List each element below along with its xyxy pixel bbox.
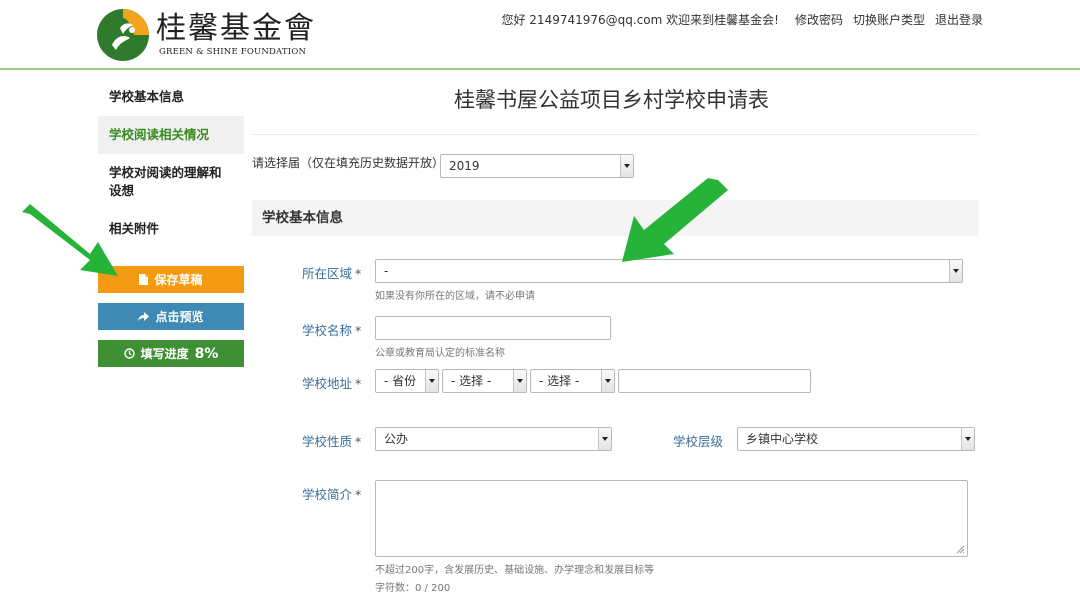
region-label: 所在区域 *: [302, 263, 361, 282]
region-hint: 如果没有你所在的区域，请不必申请: [375, 291, 535, 302]
school-nature-label: 学校性质 *: [302, 431, 361, 450]
progress-label: 填写进度: [140, 347, 189, 361]
region-value: -: [384, 264, 389, 278]
chevron-down-icon: [598, 428, 611, 450]
school-intro-textarea[interactable]: [375, 480, 968, 557]
year-row: 请选择届（仅在填充历史数据开放）: [252, 154, 444, 171]
top-header: 桂馨基金會 GREEN & SHINE FOUNDATION 您好 214974…: [0, 0, 1080, 70]
chevron-down-icon: [949, 260, 962, 282]
required-mark: *: [355, 376, 362, 391]
school-name-label-text: 学校名称: [302, 323, 353, 338]
school-level-select[interactable]: 乡镇中心学校: [737, 427, 975, 451]
district-select[interactable]: - 选择 -: [530, 369, 615, 393]
top-nav: 您好 2149741976@qq.com 欢迎来到桂馨基金会! 修改密码 切换账…: [501, 11, 983, 28]
required-mark: *: [355, 487, 362, 502]
sidebar-item-reading-status[interactable]: 学校阅读相关情况: [98, 116, 244, 154]
school-intro-char-count: 字符数：0 / 200: [375, 583, 451, 594]
chevron-down-icon: [513, 370, 526, 392]
school-nature-select[interactable]: 公办: [375, 427, 612, 451]
school-level-label: 学校层级: [673, 434, 724, 449]
logout-link[interactable]: 退出登录: [935, 11, 983, 28]
school-nature-label-text: 学校性质: [302, 434, 353, 449]
school-nature-value: 公办: [384, 432, 409, 446]
chevron-down-icon: [620, 155, 633, 177]
preview-label: 点击预览: [155, 310, 204, 324]
logo-english-name: GREEN & SHINE FOUNDATION: [159, 47, 307, 57]
required-mark: *: [355, 434, 362, 449]
page-title: 桂馨书屋公益项目乡村学校申请表: [454, 88, 769, 112]
switch-account-type-link[interactable]: 切换账户类型: [853, 11, 925, 28]
address-label: 学校地址 *: [302, 373, 361, 392]
user-greeting: 您好 2149741976@qq.com 欢迎来到桂馨基金会!: [501, 13, 779, 27]
share-arrow-icon: [138, 311, 150, 321]
year-label: 请选择届（仅在填充历史数据开放）: [252, 156, 445, 170]
resize-grip-icon[interactable]: [955, 544, 965, 554]
preview-button[interactable]: 点击预览: [98, 303, 244, 330]
logo-chinese-name: 桂馨基金會: [156, 11, 316, 46]
school-intro-label-text: 学校简介: [302, 487, 353, 502]
school-name-hint: 公章或教育局认定的标准名称: [375, 348, 505, 359]
school-level-value: 乡镇中心学校: [746, 432, 819, 446]
document-icon: [139, 274, 149, 285]
title-divider: [252, 134, 979, 135]
city-select[interactable]: - 选择 -: [442, 369, 527, 393]
chevron-down-icon: [425, 370, 438, 392]
required-mark: *: [355, 323, 362, 338]
address-label-text: 学校地址: [302, 376, 353, 391]
province-value: - 省份: [384, 374, 417, 388]
year-value: 2019: [449, 159, 480, 173]
save-draft-label: 保存草稿: [154, 273, 203, 287]
year-select[interactable]: 2019: [440, 154, 634, 178]
school-name-label: 学校名称 *: [302, 320, 361, 339]
school-name-input[interactable]: [375, 316, 611, 340]
chevron-down-icon: [601, 370, 614, 392]
city-value: - 选择 -: [451, 374, 492, 388]
annotation-arrow-icon: [22, 204, 118, 276]
clock-icon: [123, 348, 135, 359]
school-intro-label: 学校简介 *: [302, 484, 361, 503]
sidebar-item-basic-info[interactable]: 学校基本信息: [98, 78, 244, 116]
required-mark: *: [355, 266, 362, 281]
main-content: 桂馨书屋公益项目乡村学校申请表 请选择届（仅在填充历史数据开放） 2019 学校…: [252, 78, 979, 594]
progress-button[interactable]: 填写进度 8%: [98, 340, 244, 367]
progress-value: 8%: [194, 345, 219, 362]
osmanthus-logo-icon: [97, 9, 149, 61]
address-detail-input[interactable]: [618, 369, 811, 393]
foundation-logo[interactable]: 桂馨基金會 GREEN & SHINE FOUNDATION: [96, 8, 314, 64]
region-label-text: 所在区域: [302, 266, 353, 281]
chevron-down-icon: [961, 428, 974, 450]
district-value: - 选择 -: [539, 374, 580, 388]
annotation-arrow-icon: [622, 178, 728, 262]
province-select[interactable]: - 省份: [375, 369, 439, 393]
change-password-link[interactable]: 修改密码: [795, 11, 843, 28]
school-intro-hint: 不超过200字，含发展历史、基础设施、办学理念和发展目标等: [375, 565, 655, 576]
